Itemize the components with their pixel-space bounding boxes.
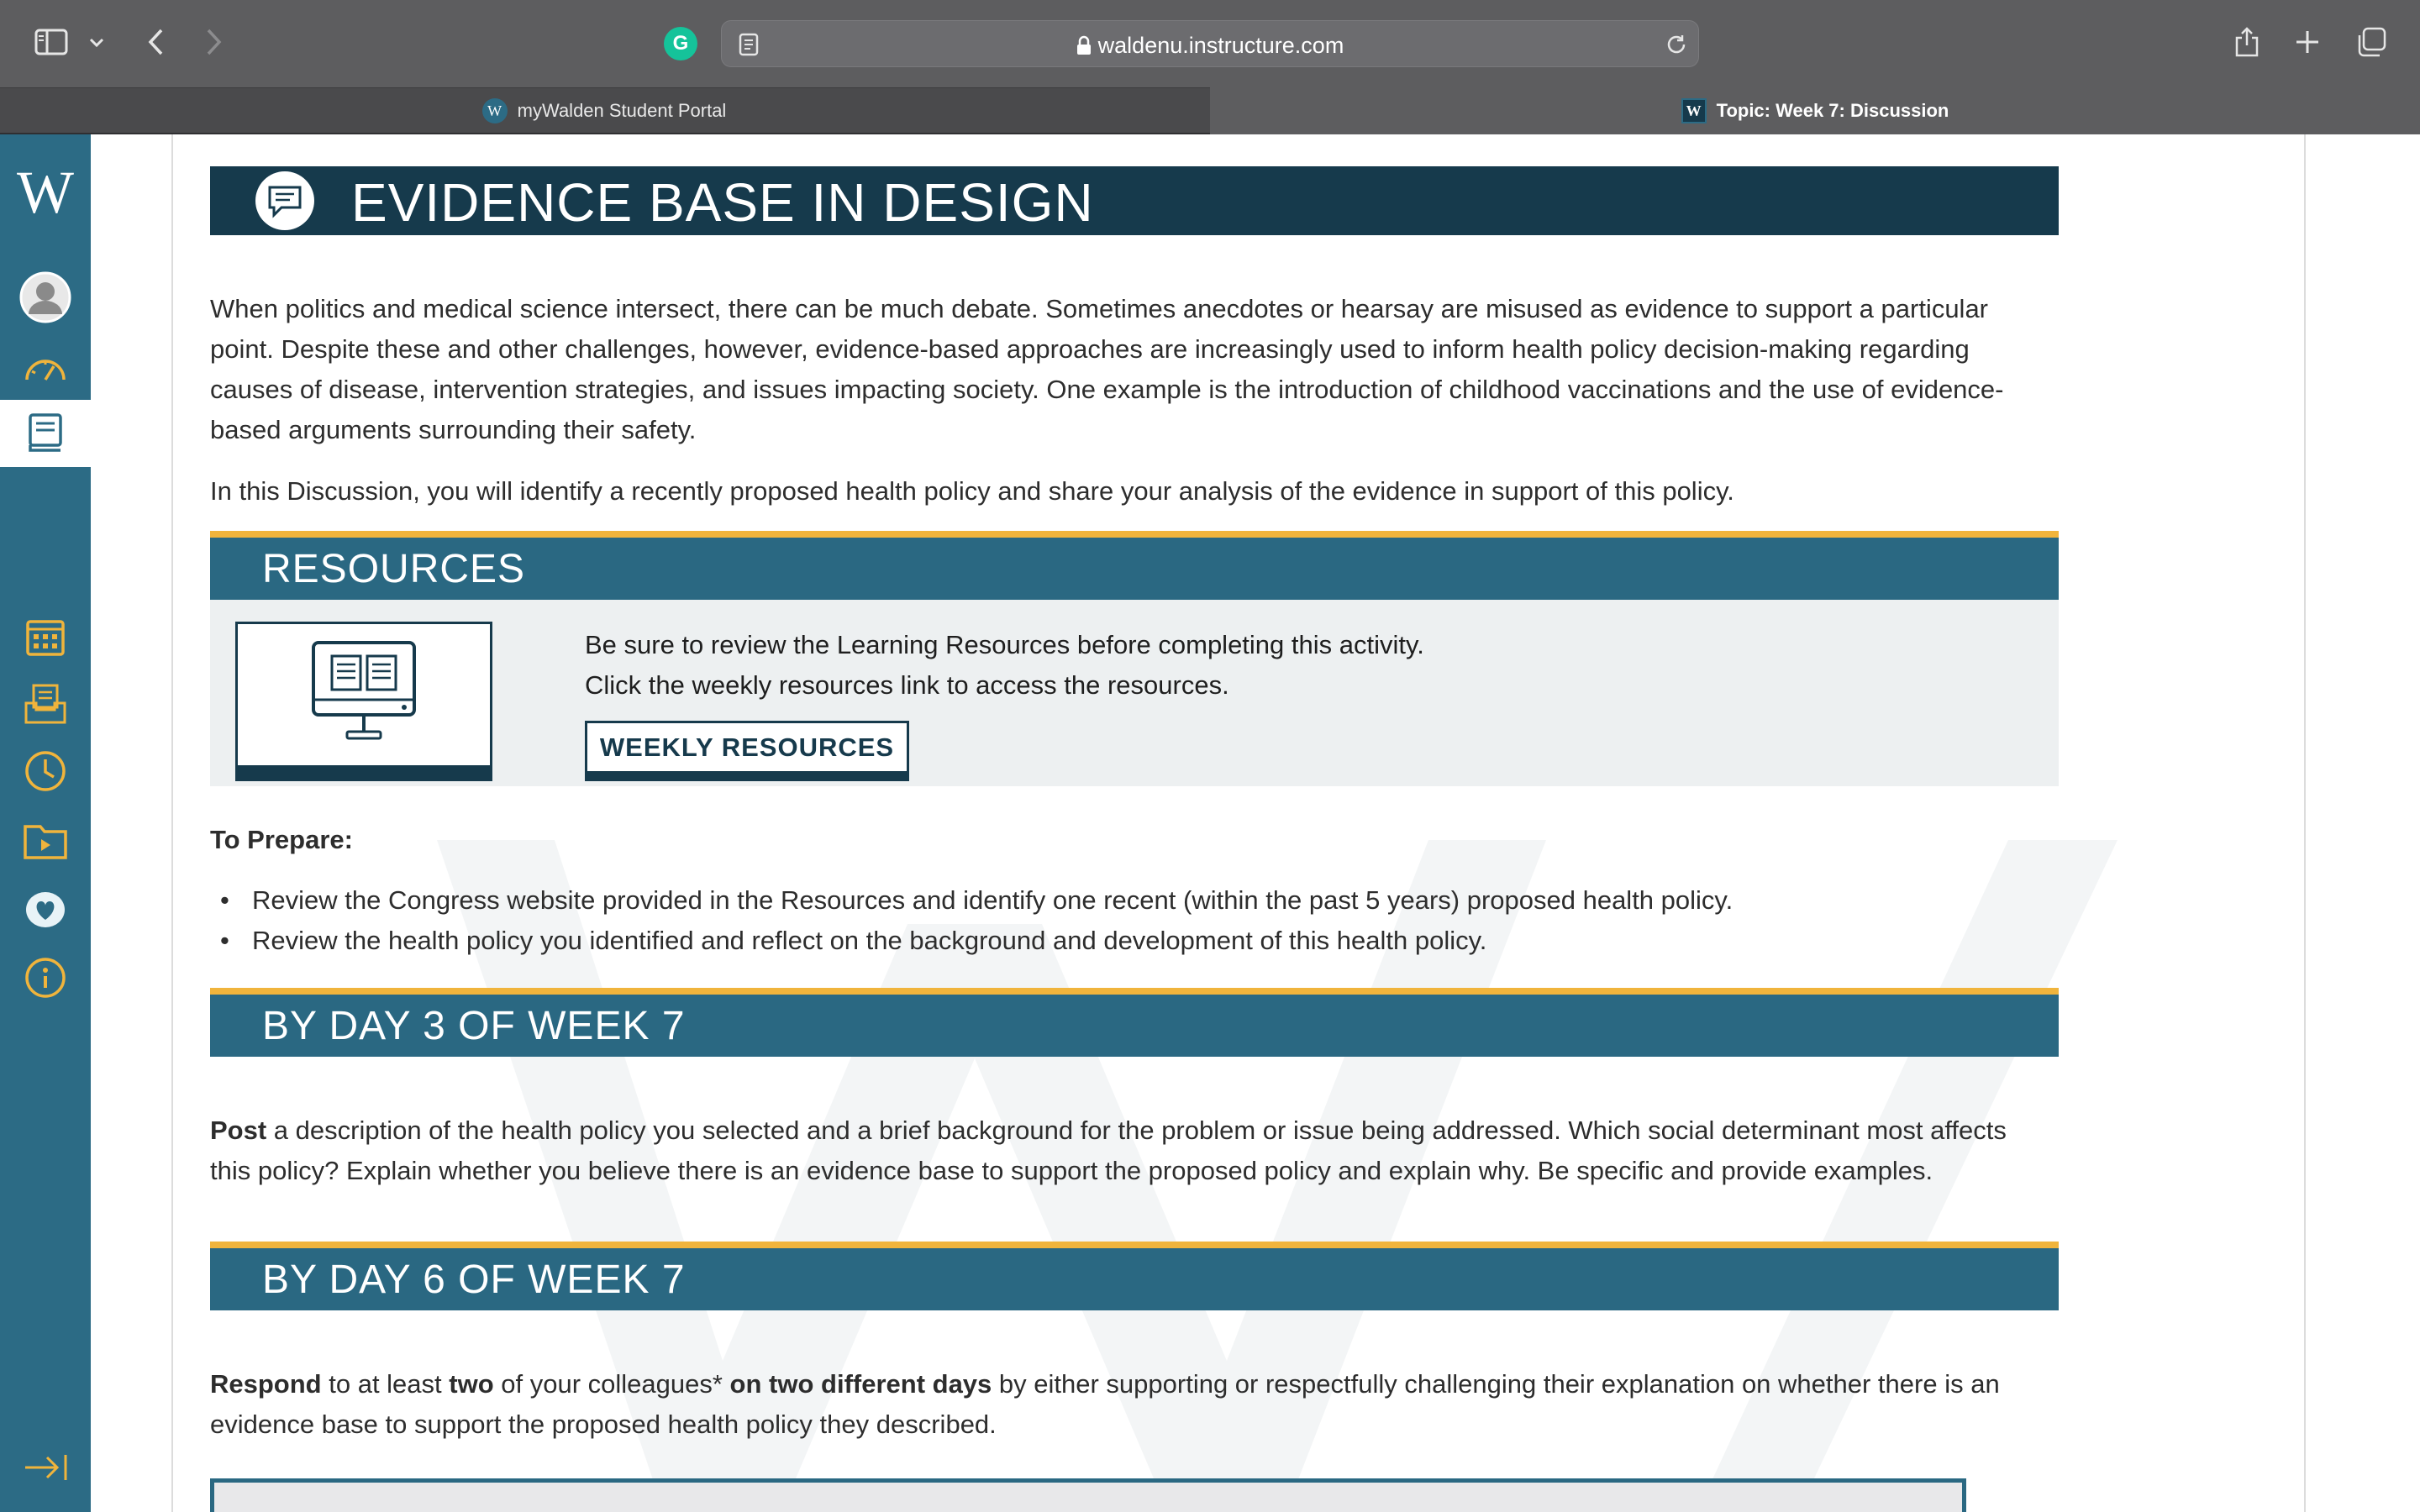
two-keyword: two — [449, 1369, 494, 1399]
media-nav-item[interactable] — [0, 806, 91, 874]
list-item: Review the Congress website provided in … — [210, 880, 2059, 921]
dashboard-nav-item[interactable] — [0, 334, 91, 402]
sidebar-toggle-icon[interactable] — [32, 25, 71, 59]
browser-toolbar: G waldenu.instructure.com — [0, 0, 2420, 87]
collapse-nav-icon[interactable] — [24, 1453, 69, 1486]
different-days-keyword: on two different days — [729, 1369, 992, 1399]
chevron-down-icon[interactable] — [87, 32, 106, 54]
back-icon[interactable] — [141, 25, 170, 59]
resources-heading-bar: RESOURCES — [210, 531, 2059, 600]
inbox-nav-item[interactable] — [0, 670, 91, 738]
help-icon — [25, 958, 66, 998]
resources-panel: Be sure to review the Learning Resources… — [210, 600, 2059, 786]
discussion-intro: In this Discussion, you will identify a … — [210, 476, 1734, 506]
list-item: Review the health policy you identified … — [210, 921, 2059, 961]
resources-line-1: Be sure to review the Learning Resources… — [585, 630, 1424, 659]
account-nav-item[interactable] — [0, 264, 91, 331]
page-title-banner: EVIDENCE BASE IN DESIGN — [210, 166, 2059, 235]
resources-line-2: Click the weekly resources link to acces… — [585, 670, 1229, 700]
day6-text: to at least — [321, 1369, 450, 1399]
day3-text: a description of the health policy you s… — [266, 1116, 2007, 1145]
dashboard-icon — [25, 360, 66, 381]
walden-favicon-icon: W — [481, 98, 508, 123]
day6-text: by either supporting or respectfully cha… — [992, 1369, 2000, 1399]
grammarly-icon[interactable]: G — [664, 27, 697, 60]
lock-icon — [1076, 35, 1092, 61]
weekly-resources-button[interactable]: WEEKLY RESOURCES — [585, 721, 909, 781]
url-text: waldenu.instructure.com — [1097, 33, 1344, 58]
day6-heading-bar: BY DAY 6 OF WEEK 7 — [210, 1242, 2059, 1310]
global-nav: W — [0, 134, 91, 1512]
post-keyword: Post — [210, 1116, 267, 1145]
walden-favicon-icon: W — [1681, 98, 1707, 123]
intro-line: When politics and medical science inters… — [210, 294, 1989, 323]
intro-line: causes of disease, intervention strategi… — [210, 375, 2004, 404]
media-icon — [24, 825, 67, 859]
calendar-icon — [26, 620, 65, 656]
wellness-icon — [26, 892, 65, 927]
intro-line: based arguments surrounding their safety… — [210, 415, 697, 444]
computer-book-icon — [235, 622, 492, 781]
tab-discussion[interactable]: W Topic: Week 7: Discussion — [1210, 87, 2420, 134]
tab-overview-icon[interactable] — [2354, 25, 2388, 59]
help-nav-item[interactable] — [0, 944, 91, 1011]
wellness-nav-item[interactable] — [0, 875, 91, 942]
day3-heading: BY DAY 3 OF WEEK 7 — [262, 1004, 686, 1048]
rubric-box — [210, 1478, 1966, 1512]
respond-keyword: Respond — [210, 1369, 322, 1399]
intro-line: point. Despite these and other challenge… — [210, 334, 1970, 364]
day6-paragraph: Respond to at least two of your colleagu… — [210, 1364, 2059, 1445]
day3-heading-bar: BY DAY 3 OF WEEK 7 — [210, 988, 2059, 1057]
day3-text: this policy? Explain whether you believe… — [210, 1156, 1933, 1185]
reload-icon[interactable] — [1663, 31, 1690, 58]
new-tab-icon[interactable] — [2292, 27, 2323, 57]
courses-icon — [29, 413, 62, 452]
intro-paragraph: When politics and medical science inters… — [210, 289, 2059, 450]
tab-label: myWalden Student Portal — [517, 100, 727, 121]
inbox-icon — [24, 684, 66, 724]
calendar-nav-item[interactable] — [0, 603, 91, 670]
day6-text: of your colleagues* — [493, 1369, 730, 1399]
address-bar[interactable]: waldenu.instructure.com — [721, 20, 1699, 67]
tab-label: Topic: Week 7: Discussion — [1716, 100, 1949, 121]
courses-nav-item[interactable] — [0, 400, 91, 467]
to-prepare-heading: To Prepare: — [210, 825, 353, 854]
day3-paragraph: Post a description of the health policy … — [210, 1110, 2059, 1191]
walden-logo[interactable]: W — [0, 158, 91, 228]
to-prepare-list: Review the Congress website provided in … — [210, 880, 2059, 961]
tab-myWalden[interactable]: W myWalden Student Portal — [0, 87, 1208, 134]
account-icon — [19, 271, 71, 323]
day6-heading: BY DAY 6 OF WEEK 7 — [262, 1257, 686, 1302]
resources-heading: RESOURCES — [262, 547, 526, 591]
discussion-icon — [255, 171, 314, 230]
forward-icon[interactable] — [200, 25, 229, 59]
history-icon — [25, 751, 66, 791]
share-icon[interactable] — [2230, 24, 2264, 60]
page-title: EVIDENCE BASE IN DESIGN — [351, 172, 1094, 233]
day6-text: evidence base to support the proposed he… — [210, 1410, 997, 1439]
history-nav-item[interactable] — [0, 738, 91, 805]
